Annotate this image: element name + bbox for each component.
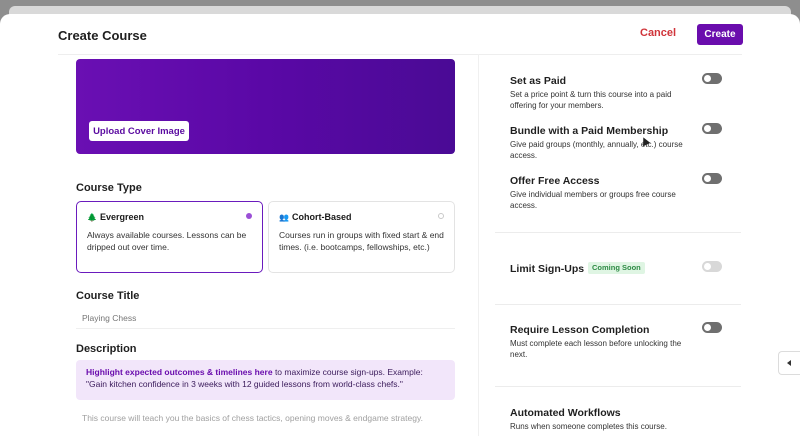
automated-workflows-title: Automated Workflows	[510, 407, 621, 419]
evergreen-title: 🌲 Evergreen	[87, 212, 144, 222]
modal-header: Create Course Cancel Create	[0, 14, 800, 54]
bundle-membership-desc: Give paid groups (monthly, annually, etc…	[510, 140, 683, 160]
course-title-input[interactable]	[76, 310, 455, 326]
automated-workflows-desc: Runs when someone completes this course.	[510, 422, 667, 431]
description-label: Description	[76, 343, 137, 355]
bundle-membership-toggle[interactable]	[702, 123, 722, 134]
cancel-button[interactable]: Cancel	[640, 27, 676, 39]
evergreen-radio[interactable]	[246, 213, 252, 219]
description-textarea[interactable]: This course will teach you the basics of…	[82, 413, 423, 423]
bundle-membership-title: Bundle with a Paid Membership	[510, 125, 669, 137]
chevron-left-icon	[787, 360, 791, 366]
settings-divider	[495, 386, 741, 387]
require-lesson-completion-desc: Must complete each lesson before unlocki…	[510, 339, 682, 359]
limit-signups-title: Limit Sign-Ups	[510, 263, 585, 275]
group-icon: 👥	[279, 213, 289, 222]
cover-image: Upload Cover Image	[76, 59, 455, 154]
course-type-label: Course Type	[76, 182, 142, 194]
create-button[interactable]: Create	[697, 24, 743, 45]
column-divider	[478, 54, 479, 436]
header-divider	[58, 54, 742, 55]
offer-free-access-desc: Give individual members or groups free c…	[510, 190, 676, 210]
evergreen-desc: Always available courses. Lessons can be…	[87, 230, 247, 252]
limit-signups-toggle	[702, 261, 722, 272]
side-panel-toggle[interactable]	[778, 351, 800, 375]
course-title-label: Course Title	[76, 290, 140, 302]
set-as-paid-desc: Set a price point & turn this course int…	[510, 90, 672, 110]
settings-divider	[495, 304, 741, 305]
course-type-evergreen-card[interactable]: 🌲 Evergreen Always available courses. Les…	[76, 201, 263, 273]
cohort-title: 👥 Cohort-Based	[279, 212, 352, 222]
create-course-modal: Create Course Cancel Create Upload Cover…	[0, 14, 800, 436]
require-lesson-completion-title: Require Lesson Completion	[510, 324, 650, 336]
upload-cover-image-button[interactable]: Upload Cover Image	[89, 121, 189, 141]
cohort-desc: Courses run in groups with fixed start &…	[279, 230, 444, 252]
settings-divider	[495, 232, 741, 233]
cohort-radio[interactable]	[438, 213, 444, 219]
description-hint: Highlight expected outcomes & timelines …	[76, 360, 455, 400]
course-type-cohort-card[interactable]: 👥 Cohort-Based Courses run in groups with…	[268, 201, 455, 273]
offer-free-access-toggle[interactable]	[702, 173, 722, 184]
tree-icon: 🌲	[87, 213, 97, 222]
offer-free-access-title: Offer Free Access	[510, 175, 600, 187]
require-lesson-completion-toggle[interactable]	[702, 322, 722, 333]
page-title: Create Course	[58, 28, 147, 43]
set-as-paid-toggle[interactable]	[702, 73, 722, 84]
course-title-underline	[76, 328, 455, 329]
set-as-paid-title: Set as Paid	[510, 75, 567, 87]
coming-soon-badge: Coming Soon	[588, 262, 645, 274]
